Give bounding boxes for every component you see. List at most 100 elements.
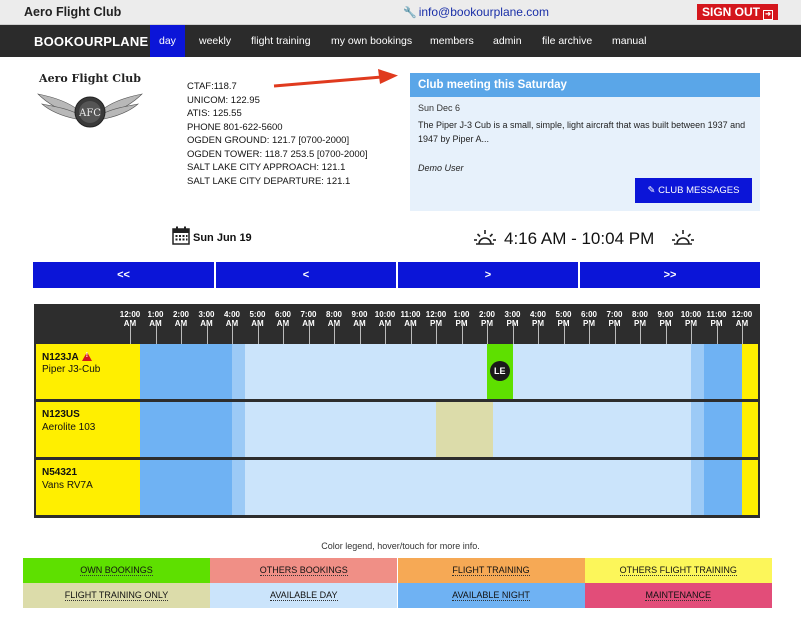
legend-item[interactable]: MAINTENANCE: [584, 583, 772, 608]
hour-tick: [257, 322, 259, 346]
sign-out-label: SIGN OUT: [702, 5, 761, 19]
prev-day-button[interactable]: <: [216, 262, 396, 288]
day-schedule: 12:00AM1:00AM2:00AM3:00AM4:00AM5:00AM6:0…: [34, 304, 760, 518]
club-name: Aero Flight Club: [24, 5, 122, 19]
aircraft-model: Piper J3-Cub: [42, 364, 101, 375]
hour-time: 5:00: [555, 310, 572, 319]
day-slot[interactable]: [244, 344, 691, 399]
night-slot[interactable]: [703, 460, 742, 515]
registration-text: N54321: [42, 467, 78, 478]
hour-time: 12:00: [119, 310, 141, 319]
aircraft-model: Aerolite 103: [42, 422, 96, 433]
hour-time: 10:00: [374, 310, 396, 319]
nav-manual[interactable]: manual: [603, 25, 655, 57]
hour-tick: [512, 322, 514, 346]
twilight-slot[interactable]: [691, 402, 704, 457]
logo-text: Aero Flight Club: [38, 72, 141, 85]
sign-out-icon: ➜: [763, 10, 774, 20]
legend-item[interactable]: FLIGHT TRAINING ONLY: [23, 583, 210, 608]
night-slot[interactable]: [130, 402, 232, 457]
aircraft-model: Vans RV7A: [42, 480, 93, 491]
row-end-cap: [742, 402, 758, 457]
hour-tick: [206, 322, 208, 346]
legend-label: OTHERS BOOKINGS: [259, 565, 348, 576]
club-logo: Aero Flight Club AFC: [37, 72, 143, 128]
registration-text: N123US: [42, 409, 80, 420]
legend-item[interactable]: OTHERS FLIGHT TRAINING: [584, 558, 772, 583]
nav-members[interactable]: members: [421, 25, 483, 57]
sign-out-button[interactable]: SIGN OUT ➜: [697, 4, 779, 20]
next-day-button[interactable]: >: [398, 262, 578, 288]
twilight-slot[interactable]: [232, 460, 245, 515]
hour-tick: [155, 322, 157, 346]
day-slot[interactable]: [244, 460, 691, 515]
warning-icon[interactable]: [81, 352, 92, 361]
hour-tick: [589, 322, 590, 346]
nav-admin[interactable]: admin: [484, 25, 531, 57]
nav-day[interactable]: day: [150, 25, 185, 57]
night-slot[interactable]: [130, 344, 232, 399]
hour-time: 9:00: [657, 310, 674, 319]
legend-item[interactable]: AVAILABLE DAY: [210, 583, 398, 608]
aircraft-registration: N123US: [42, 409, 80, 420]
nav-flight-training[interactable]: flight training: [242, 25, 320, 57]
club-messages-label: CLUB MESSAGES: [658, 185, 740, 196]
night-slot[interactable]: [703, 402, 742, 457]
date-pager: << < > >>: [33, 262, 760, 288]
night-slot[interactable]: [703, 344, 742, 399]
hour-tick: [334, 322, 335, 346]
twilight-slot[interactable]: [691, 460, 704, 515]
hour-time: 12:00: [731, 310, 753, 319]
message-title[interactable]: Club meeting this Saturday: [410, 73, 760, 97]
hour-tick: [283, 322, 284, 346]
hour-time: 3:00: [504, 310, 521, 319]
hour-tick: [640, 322, 641, 346]
aircraft-label[interactable]: N123US Aerolite 103: [36, 402, 140, 457]
main-nav: BOOKOURPLANE day weekly flight training …: [0, 25, 801, 57]
message-date: Sun Dec 6: [418, 103, 461, 113]
nav-my-own-bookings[interactable]: my own bookings: [322, 25, 421, 57]
hour-tick: [538, 322, 539, 346]
legend-item[interactable]: OWN BOOKINGS: [23, 558, 210, 583]
legend-item[interactable]: OTHERS BOOKINGS: [210, 558, 398, 583]
twilight-slot[interactable]: [691, 344, 704, 399]
hour-tick: [691, 322, 692, 346]
aircraft-label[interactable]: N54321 Vans RV7A: [36, 460, 140, 515]
pilot-initials-badge[interactable]: LE: [489, 361, 510, 381]
nav-weekly[interactable]: weekly: [190, 25, 240, 57]
club-messages-button[interactable]: ✎ CLUB MESSAGES: [635, 178, 752, 203]
hour-time: 7:00: [606, 310, 623, 319]
freq-line: OGDEN GROUND: 121.7 [0700-2000]: [187, 135, 350, 146]
email-link[interactable]: 🔧 info@bookourplane.com: [403, 5, 549, 19]
legend-item[interactable]: AVAILABLE NIGHT: [397, 583, 585, 608]
twilight-slot[interactable]: [232, 344, 245, 399]
freq-line: SALT LAKE CITY DEPARTURE: 121.1: [187, 175, 351, 187]
booking-block[interactable]: LE: [487, 344, 513, 399]
next-week-button[interactable]: >>: [580, 262, 760, 288]
night-slot[interactable]: [130, 460, 232, 515]
hour-tick: [410, 322, 412, 346]
booking-block[interactable]: [436, 402, 494, 457]
legend-label: OTHERS FLIGHT TRAINING: [619, 565, 737, 576]
nav-file-archive[interactable]: file archive: [533, 25, 601, 57]
brand-link[interactable]: BOOKOURPLANE: [34, 34, 148, 49]
hour-time: 1:00: [147, 310, 164, 319]
legend-item[interactable]: FLIGHT TRAINING: [397, 558, 585, 583]
arrow-icon: [273, 69, 398, 88]
legend-label: FLIGHT TRAINING ONLY: [64, 590, 169, 601]
hour-time: 5:00: [249, 310, 266, 319]
legend-title: Color legend, hover/touch for more info.: [321, 541, 480, 551]
legend-label: AVAILABLE NIGHT: [452, 590, 530, 601]
twilight-slot[interactable]: [232, 402, 245, 457]
hour-tick: [436, 322, 437, 346]
hour-tick: [232, 322, 233, 346]
freq-line: SALT LAKE CITY APPROACH: 121.1: [187, 162, 346, 173]
hour-tick: [487, 322, 488, 346]
hour-time: 4:00: [223, 310, 240, 319]
sunrise-icon: [474, 230, 496, 245]
legend-label: OWN BOOKINGS: [80, 565, 153, 576]
hour-tick: [359, 322, 361, 346]
prev-week-button[interactable]: <<: [33, 262, 214, 288]
aircraft-label[interactable]: N123JAPiper J3-Cub: [36, 344, 140, 399]
hour-tick: [563, 322, 565, 346]
